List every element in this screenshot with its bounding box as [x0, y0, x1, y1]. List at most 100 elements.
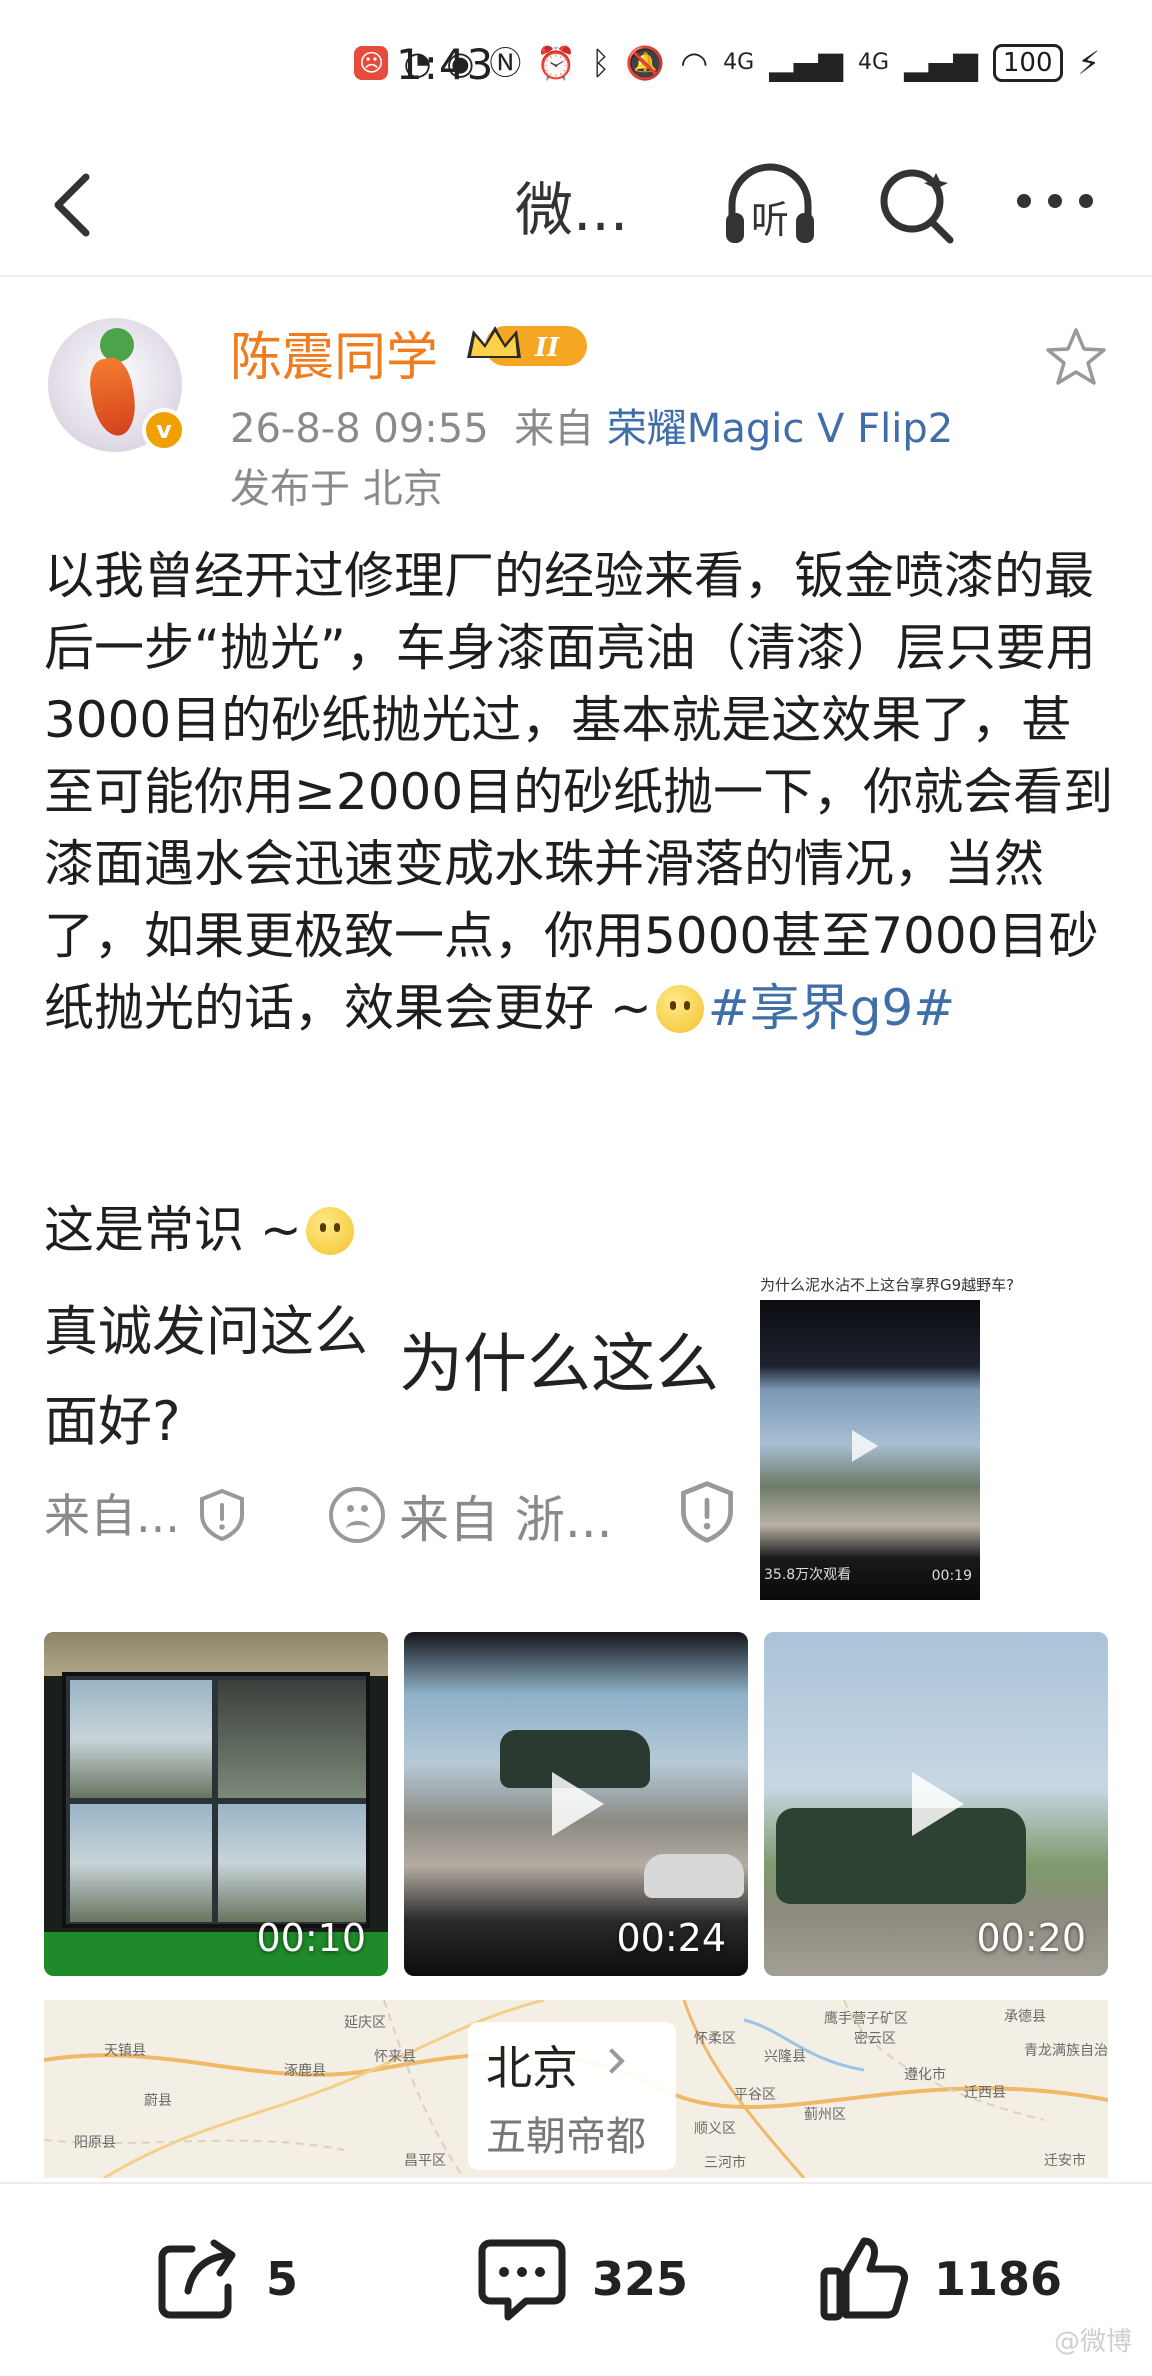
share-button[interactable]: 5 — [152, 2229, 298, 2329]
thinking-emoji-icon — [655, 985, 704, 1033]
screenshot-collage[interactable]: 真诚发问这么 面好? 为什么这么 来自... 来自 浙... — [44, 1275, 764, 1605]
map-label: 怀来县 — [374, 2049, 416, 2065]
thumbnail-1-cell — [70, 1804, 212, 1922]
video-thumbnail-2[interactable]: 00:24 — [404, 1632, 748, 1976]
video-card-duration: 00:19 — [931, 1568, 972, 1584]
map-label: 顺义区 — [694, 2121, 736, 2137]
video-card-views: 35.8万次观看 — [764, 1567, 852, 1583]
map-label: 平谷区 — [734, 2087, 776, 2103]
hashtag-link[interactable]: #享界g9# — [708, 979, 955, 1037]
map-label: 鹰手营子矿区 — [824, 2011, 908, 2027]
charging-icon: ⚡ — [1077, 44, 1100, 82]
map-label: 三河市 — [704, 2155, 746, 2171]
video-duration: 00:24 — [616, 1916, 726, 1960]
comment-count: 325 — [592, 2252, 689, 2306]
back-arrow-icon[interactable] — [44, 165, 104, 245]
like-button[interactable]: 1186 — [816, 2229, 1062, 2329]
video-duration: 00:20 — [976, 1916, 1086, 1960]
post-timestamp: 26-8-8 09:55 — [230, 406, 489, 452]
map-label: 涿鹿县 — [284, 2063, 326, 2079]
chevron-right-icon — [599, 2048, 625, 2074]
post-text-2: 这是常识 ~ — [44, 1190, 358, 1262]
app-notification-icon: ☹ — [354, 46, 389, 80]
author-avatar[interactable]: v — [48, 290, 188, 452]
video-card-play-icon — [852, 1430, 878, 1462]
embedded-video-card[interactable]: 为什么泥水沾不上这台享界G9越野车? 35.8万次观看 00:19 — [760, 1270, 1030, 1610]
signal-icon-2: ▂▄▆ — [904, 44, 978, 82]
thumbnail-1-cell — [218, 1804, 366, 1922]
nav-title: 微... — [515, 176, 629, 244]
video-thumbnail-3[interactable]: 00:20 — [764, 1632, 1108, 1976]
collage-line-2: 面好? — [44, 1390, 181, 1453]
map-city-description: 五朝帝都 — [486, 2114, 646, 2160]
map-label: 迁西县 — [964, 2085, 1006, 2101]
smile-emoji-icon — [305, 1207, 354, 1255]
post-source-prefix: 来自 — [514, 406, 595, 452]
watermark: @微博 — [1053, 2327, 1132, 2357]
search-icon[interactable] — [872, 159, 962, 249]
status-bar: 1:43 ☹ ◔ ◉ Ⓝ ⏰ ᛒ 🔕 ◠ 4G ▂▄▆ 4G ▂▄▆ 100 ⚡ — [0, 0, 1152, 135]
post-body: 以我曾经开过修理厂的经验来看，钣金喷漆的最后一步“抛光”，车身漆面亮油（清漆）层… — [44, 540, 1114, 1044]
share-icon — [158, 2239, 236, 2319]
post-device-link[interactable]: 荣耀Magic V Flip2 — [607, 406, 953, 452]
video-card-title: 为什么泥水沾不上这台享界G9越野车? — [760, 1276, 1015, 1294]
thumbs-up-icon — [820, 2237, 908, 2321]
map-label: 蔚县 — [144, 2093, 172, 2109]
more-options-icon[interactable] — [1010, 181, 1100, 221]
eye-icon: ◉ — [446, 44, 475, 82]
status-icons: ☹ ◔ ◉ Ⓝ ⏰ ᛒ 🔕 ◠ 4G ▂▄▆ 4G ▂▄▆ 100 ⚡ — [354, 44, 1100, 82]
avatar-carrot-shape — [85, 354, 141, 440]
favorite-star-icon[interactable] — [1044, 325, 1108, 389]
map-label: 怀柔区 — [694, 2031, 736, 2047]
collage-source-2: 来自 浙... — [399, 1491, 613, 1549]
comment-button[interactable]: 325 — [474, 2229, 688, 2329]
sad-face-icon — [329, 1487, 385, 1543]
level-badge-text: II — [534, 333, 560, 363]
listen-headphones-icon[interactable]: 听 — [718, 153, 822, 257]
map-label: 天镇县 — [104, 2043, 146, 2059]
network-4g-label: 4G — [723, 50, 755, 75]
network-4g-label-2: 4G — [858, 50, 890, 75]
nfc-icon: Ⓝ — [489, 44, 522, 82]
location-map[interactable]: 天镇县 阳原县 蔚县 涿鹿县 怀来县 延庆区 昌平区 顺义区 平谷区 蓟州区 兴… — [44, 2000, 1108, 2178]
wifi-icon: ◠ — [680, 44, 709, 82]
collage-line-1: 真诚发问这么 — [44, 1300, 368, 1363]
thumbnail-2-van — [644, 1854, 744, 1898]
map-label: 密云区 — [854, 2031, 896, 2047]
thumbnail-3-vehicle — [776, 1808, 1026, 1904]
map-city-name: 北京 — [486, 2041, 578, 2095]
author-name[interactable]: 陈震同学 — [230, 315, 438, 390]
thumbnail-1-cell — [70, 1680, 212, 1798]
map-label: 蓟州区 — [804, 2107, 846, 2123]
map-location-card[interactable]: 北京 五朝帝都 — [468, 2022, 676, 2170]
bluetooth-icon: ᛒ — [591, 44, 611, 82]
video-duration: 00:10 — [256, 1916, 366, 1960]
post-text-common-sense: 这是常识 ~ — [44, 1201, 302, 1259]
verified-badge: v — [142, 408, 186, 452]
thumbnail-1-screen — [62, 1672, 370, 1928]
map-label: 青龙满族自治县 — [1024, 2043, 1108, 2059]
post-text: 以我曾经开过修理厂的经验来看，钣金喷漆的最后一步“抛光”，车身漆面亮油（清漆）层… — [44, 547, 1114, 1037]
video-card-image: 35.8万次观看 00:19 — [760, 1300, 980, 1600]
post-location: 发布于 北京 — [230, 466, 443, 512]
map-label: 兴隆县 — [764, 2049, 806, 2065]
speed-icon: ◔ — [403, 44, 432, 82]
mute-icon: 🔕 — [625, 44, 666, 82]
post-meta: 26-8-8 09:55 来自 荣耀Magic V Flip2 — [230, 396, 953, 454]
member-crown-badge-icon[interactable]: II — [463, 318, 595, 374]
report-shield-icon — [200, 1488, 244, 1542]
collage-source-1: 来自... — [44, 1489, 180, 1543]
signal-icon: ▂▄▆ — [769, 44, 844, 82]
thumbnail-1-foliage — [44, 1632, 388, 1676]
map-label: 昌平区 — [404, 2153, 446, 2169]
alarm-icon: ⏰ — [536, 44, 577, 82]
video-thumbnail-1[interactable]: 00:10 — [44, 1632, 388, 1976]
collage-line-3: 为什么这么 — [399, 1328, 719, 1402]
map-label: 承德县 — [1004, 2009, 1046, 2025]
comment-icon — [478, 2239, 566, 2321]
nav-bar: 微... 听 — [0, 135, 1152, 277]
svg-text:听: 听 — [751, 198, 789, 242]
play-icon — [552, 1772, 604, 1836]
report-shield-icon-2 — [681, 1481, 733, 1543]
map-label: 延庆区 — [344, 2015, 386, 2031]
